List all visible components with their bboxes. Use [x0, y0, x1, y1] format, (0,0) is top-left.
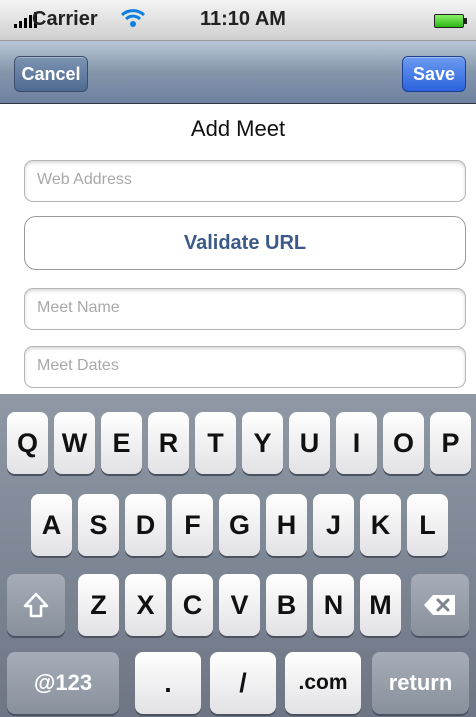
meet-dates-input[interactable]	[25, 347, 459, 385]
key-r[interactable]: R	[148, 412, 189, 474]
key-q[interactable]: Q	[7, 412, 48, 474]
return-key[interactable]: return	[372, 652, 469, 714]
keyboard: Q W E R T Y U I O P A S D F G H J K L Z …	[0, 394, 476, 717]
meet-name-field[interactable]	[24, 288, 466, 330]
meet-dates-field[interactable]	[24, 346, 466, 388]
status-time: 11:10 AM	[200, 8, 286, 30]
key-x[interactable]: X	[125, 574, 166, 636]
key-y[interactable]: Y	[242, 412, 283, 474]
save-button[interactable]: Save	[402, 56, 466, 92]
key-f[interactable]: F	[172, 494, 213, 556]
meet-name-input[interactable]	[25, 289, 459, 327]
delete-key[interactable]	[411, 574, 469, 636]
key-s[interactable]: S	[78, 494, 119, 556]
key-e[interactable]: E	[101, 412, 142, 474]
key-w[interactable]: W	[54, 412, 95, 474]
key-h[interactable]: H	[266, 494, 307, 556]
key-n[interactable]: N	[313, 574, 354, 636]
battery-icon	[434, 14, 467, 28]
status-bar: Carrier 11:10 AM	[0, 0, 476, 41]
key-j[interactable]: J	[313, 494, 354, 556]
key-z[interactable]: Z	[78, 574, 119, 636]
key-b[interactable]: B	[266, 574, 307, 636]
key-t[interactable]: T	[195, 412, 236, 474]
add-meet-form: Add Meet Validate URL	[0, 104, 476, 394]
shift-icon	[23, 592, 49, 618]
shift-key[interactable]	[7, 574, 65, 636]
validate-url-button[interactable]: Validate URL	[24, 216, 466, 270]
carrier-label: Carrier	[32, 8, 98, 30]
key-u[interactable]: U	[289, 412, 330, 474]
slash-key[interactable]: /	[210, 652, 276, 714]
period-key[interactable]: .	[135, 652, 201, 714]
key-i[interactable]: I	[336, 412, 377, 474]
key-d[interactable]: D	[125, 494, 166, 556]
dotcom-key[interactable]: .com	[285, 652, 361, 714]
web-address-field[interactable]	[24, 160, 466, 202]
key-m[interactable]: M	[360, 574, 401, 636]
numbers-key[interactable]: @123	[7, 652, 119, 714]
cancel-button[interactable]: Cancel	[14, 56, 88, 92]
web-address-input[interactable]	[25, 161, 459, 199]
navigation-bar: Cancel Save	[0, 41, 476, 104]
key-a[interactable]: A	[31, 494, 72, 556]
key-g[interactable]: G	[219, 494, 260, 556]
key-p[interactable]: P	[430, 412, 471, 474]
key-l[interactable]: L	[407, 494, 448, 556]
key-o[interactable]: O	[383, 412, 424, 474]
page-title: Add Meet	[190, 116, 286, 141]
key-k[interactable]: K	[360, 494, 401, 556]
key-v[interactable]: V	[219, 574, 260, 636]
backspace-icon	[424, 595, 455, 615]
key-c[interactable]: C	[172, 574, 213, 636]
wifi-icon	[120, 7, 146, 34]
